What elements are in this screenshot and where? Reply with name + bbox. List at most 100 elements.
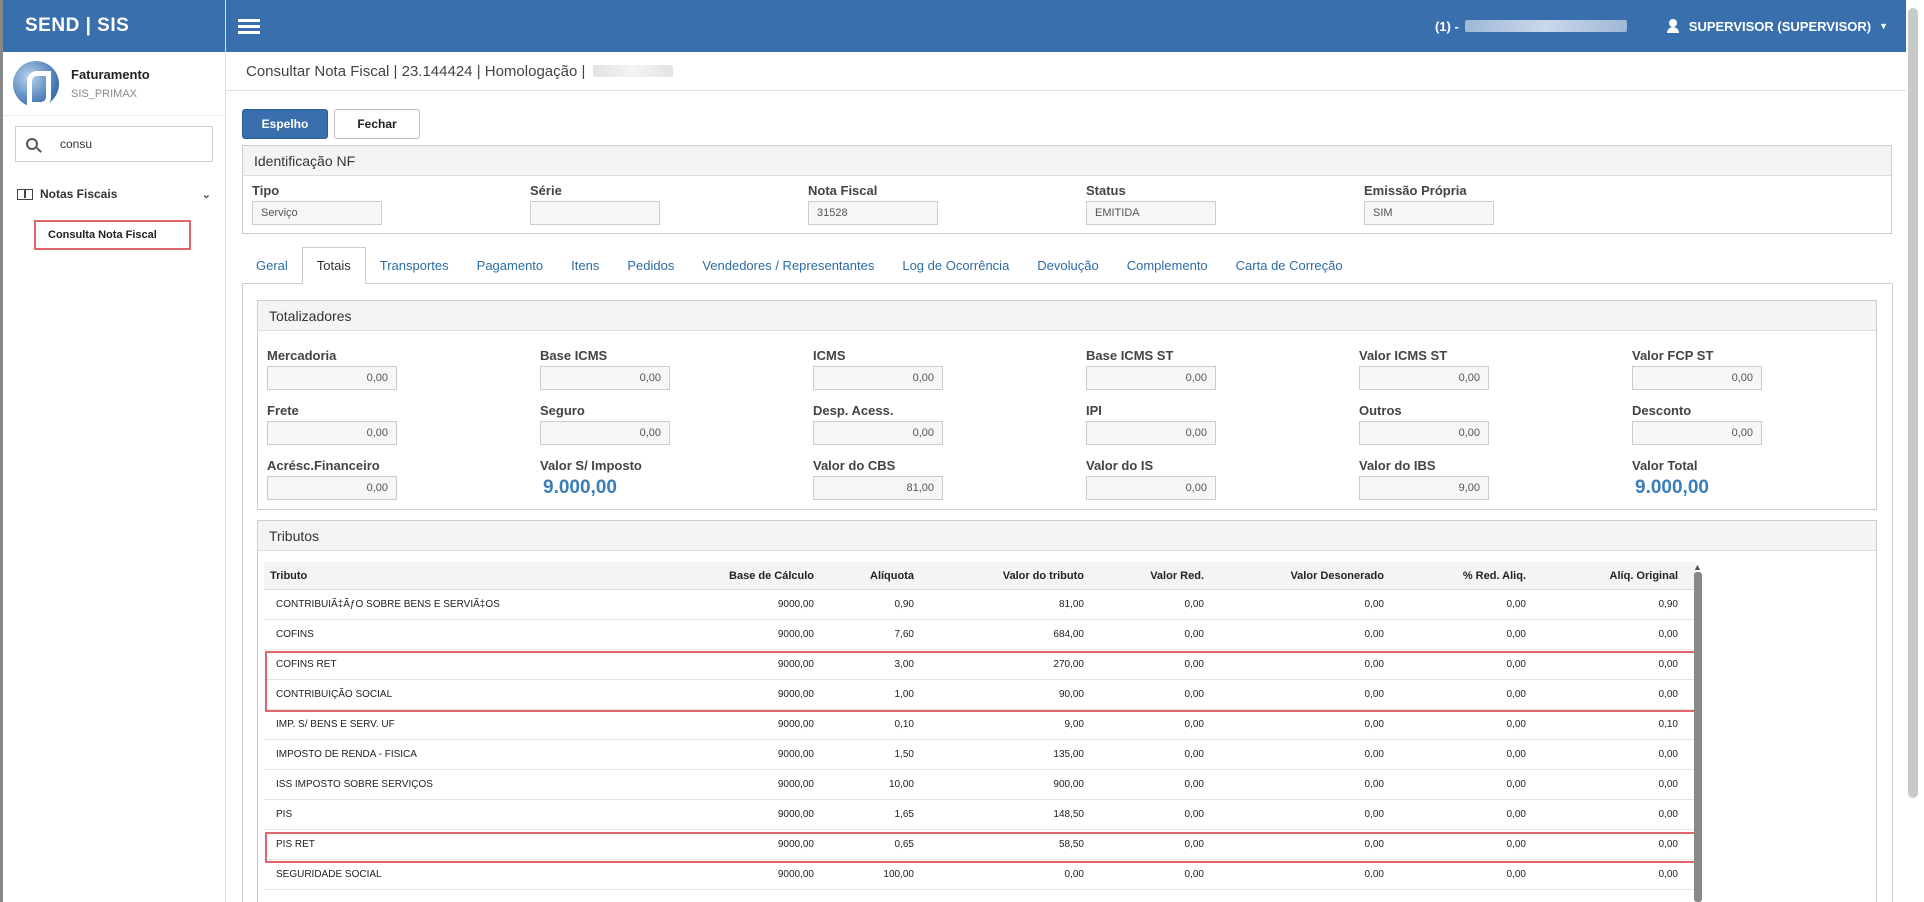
field-label: Desp. Acess. xyxy=(813,403,894,418)
tab-totais[interactable]: Totais xyxy=(301,247,366,284)
field-label: Frete xyxy=(267,403,299,418)
field-label: Valor ICMS ST xyxy=(1359,348,1448,363)
brand-logo-text[interactable]: SEND | SIS xyxy=(3,0,225,52)
field-status: Status EMITIDA xyxy=(1086,183,1216,225)
table-cell: 9000,00 xyxy=(777,719,814,730)
valor-icms-st-input[interactable]: 0,00 xyxy=(1359,366,1489,390)
espelho-button[interactable]: Espelho xyxy=(242,109,328,139)
field-acresc-financeiro: Acrésc.Financeiro 0,00 xyxy=(267,458,397,500)
table-row[interactable]: ISS IMPOSTO SOBRE SERVIÇOS 9000,00 10,00 90… xyxy=(264,770,1696,800)
field-label: Valor FCP ST xyxy=(1632,348,1714,363)
seguro-input[interactable]: 0,00 xyxy=(540,421,670,445)
hamburger-menu-icon[interactable] xyxy=(238,16,260,37)
field-nota-fiscal: Nota Fiscal 31528 xyxy=(808,183,938,225)
fechar-button[interactable]: Fechar xyxy=(334,109,420,139)
tab-geral[interactable]: Geral xyxy=(242,247,302,284)
serie-input[interactable] xyxy=(530,201,660,225)
desconto-input[interactable]: 0,00 xyxy=(1632,421,1762,445)
field-base-icms-st: Base ICMS ST 0,00 xyxy=(1086,348,1216,390)
frete-input[interactable]: 0,00 xyxy=(267,421,397,445)
tab-bar: Geral Totais Transportes Pagamento Itens… xyxy=(242,247,1892,284)
tab-pedidos[interactable]: Pedidos xyxy=(613,247,688,284)
base-icms-st-input[interactable]: 0,00 xyxy=(1086,366,1216,390)
table-cell: 0,00 xyxy=(1506,599,1526,610)
icms-input[interactable]: 0,00 xyxy=(813,366,943,390)
table-row[interactable]: CONTRIBUIÃ‡ÃƒO SOBRE BENS E SERVIÃ‡OS 900… xyxy=(264,590,1696,620)
table-row[interactable]: IMP. S/ BENS E SERV. UF 9000,00 0,10 9,00 0,… xyxy=(264,710,1696,740)
table-scrollbar[interactable] xyxy=(1694,572,1702,902)
table-cell: COFINS xyxy=(276,629,314,640)
status-input[interactable]: EMITIDA xyxy=(1086,201,1216,225)
acresc-financeiro-input[interactable]: 0,00 xyxy=(267,476,397,500)
valor-ibs-input[interactable]: 9,00 xyxy=(1359,476,1489,500)
tipo-input[interactable]: Serviço xyxy=(252,201,382,225)
mercadoria-input[interactable]: 0,00 xyxy=(267,366,397,390)
book-icon xyxy=(17,188,33,200)
table-cell: 10,00 xyxy=(888,779,914,790)
table-row[interactable]: COFINS 9000,00 7,60 684,00 0,00 0,00 0,00 0,00 xyxy=(264,620,1696,650)
menu-item-consulta-nota-fiscal[interactable]: Consulta Nota Fiscal xyxy=(34,220,191,250)
table-row[interactable]: PIS 9000,00 1,65 148,50 0,00 0,00 0,00 0,00 xyxy=(264,800,1696,830)
menu-search[interactable] xyxy=(15,126,213,162)
table-row[interactable]: IMPOSTO DE RENDA - FISICA 9000,00 1,50 135,… xyxy=(264,740,1696,770)
field-label: Nota Fiscal xyxy=(808,183,878,198)
chevron-down-icon[interactable]: ⌄ xyxy=(202,188,211,201)
valor-cbs-input[interactable]: 81,00 xyxy=(813,476,943,500)
valor-sem-imposto-value: 9.000,00 xyxy=(543,477,617,498)
page-scrollbar[interactable] xyxy=(1908,8,1918,798)
user-menu[interactable]: SUPERVISOR (SUPERVISOR) ▼ xyxy=(1666,18,1888,34)
company-logo xyxy=(13,60,59,107)
menu-group-notas-fiscais[interactable]: Notas Fiscais ⌄ xyxy=(3,178,225,210)
col-header-aliq-original[interactable]: Alíq. Original xyxy=(1526,570,1678,582)
base-icms-input[interactable]: 0,00 xyxy=(540,366,670,390)
col-header-base-calculo[interactable]: Base de Cálculo xyxy=(564,570,814,582)
tab-complemento[interactable]: Complemento xyxy=(1113,247,1222,284)
table-cell: 9000,00 xyxy=(777,809,814,820)
user-name: SUPERVISOR (SUPERVISOR) xyxy=(1688,18,1872,34)
tab-pagamento[interactable]: Pagamento xyxy=(463,247,558,284)
field-label: Valor do CBS xyxy=(813,458,896,473)
table-cell: 0,00 xyxy=(1506,869,1526,880)
table-cell: 0,90 xyxy=(1658,599,1678,610)
valor-total-value: 9.000,00 xyxy=(1635,477,1709,498)
valor-fcp-st-input[interactable]: 0,00 xyxy=(1632,366,1762,390)
emissao-propria-input[interactable]: SIM xyxy=(1364,201,1494,225)
tab-itens[interactable]: Itens xyxy=(557,247,613,284)
scroll-up-arrow-icon[interactable]: ▲ xyxy=(1693,562,1702,572)
col-header-aliquota[interactable]: Alíquota xyxy=(814,570,914,582)
col-header-tributo[interactable]: Tributo xyxy=(264,570,564,582)
col-header-valor-tributo[interactable]: Valor do tributo xyxy=(914,570,1084,582)
table-cell: 9000,00 xyxy=(777,599,814,610)
table-cell: 81,00 xyxy=(1058,599,1084,610)
field-label: Valor do IS xyxy=(1086,458,1154,473)
nota-fiscal-input[interactable]: 31528 xyxy=(808,201,938,225)
outros-input[interactable]: 0,00 xyxy=(1359,421,1489,445)
field-label: Base ICMS ST xyxy=(1086,348,1174,363)
tab-vendedores[interactable]: Vendedores / Representantes xyxy=(688,247,888,284)
highlight-box-cofins-ret-contribuicao xyxy=(265,651,1698,712)
field-base-icms: Base ICMS 0,00 xyxy=(540,348,670,390)
table-cell: 684,00 xyxy=(1053,629,1084,640)
tab-carta-correcao[interactable]: Carta de Correção xyxy=(1222,247,1357,284)
field-label: Base ICMS xyxy=(540,348,608,363)
col-header-valor-desonerado[interactable]: Valor Desonerado xyxy=(1204,570,1384,582)
tab-transportes[interactable]: Transportes xyxy=(366,247,463,284)
table-cell: IMPOSTO DE RENDA - FISICA xyxy=(276,749,417,760)
field-icms: ICMS 0,00 xyxy=(813,348,943,390)
tab-devolucao[interactable]: Devolução xyxy=(1023,247,1112,284)
table-header: Tributo Base de Cálculo Alíquota Valor d… xyxy=(264,562,1696,590)
environment-selector[interactable]: (1) - xyxy=(1435,19,1627,34)
col-header-red-aliq[interactable]: % Red. Aliq. xyxy=(1384,570,1526,582)
field-tipo: Tipo Serviço xyxy=(252,183,382,225)
table-cell: 0,00 xyxy=(1184,779,1204,790)
valor-is-input[interactable]: 0,00 xyxy=(1086,476,1216,500)
menu-search-input[interactable] xyxy=(60,137,200,151)
col-header-valor-red[interactable]: Valor Red. xyxy=(1084,570,1204,582)
table-row[interactable]: SEGURIDADE SOCIAL 9000,00 100,00 0,00 0,00 0,… xyxy=(264,860,1696,890)
tab-log-ocorrencia[interactable]: Log de Ocorrência xyxy=(888,247,1023,284)
table-cell: 0,00 xyxy=(1658,779,1678,790)
table-cell: 148,50 xyxy=(1053,809,1084,820)
ipi-input[interactable]: 0,00 xyxy=(1086,421,1216,445)
field-label: Seguro xyxy=(540,403,585,418)
desp-acess-input[interactable]: 0,00 xyxy=(813,421,943,445)
